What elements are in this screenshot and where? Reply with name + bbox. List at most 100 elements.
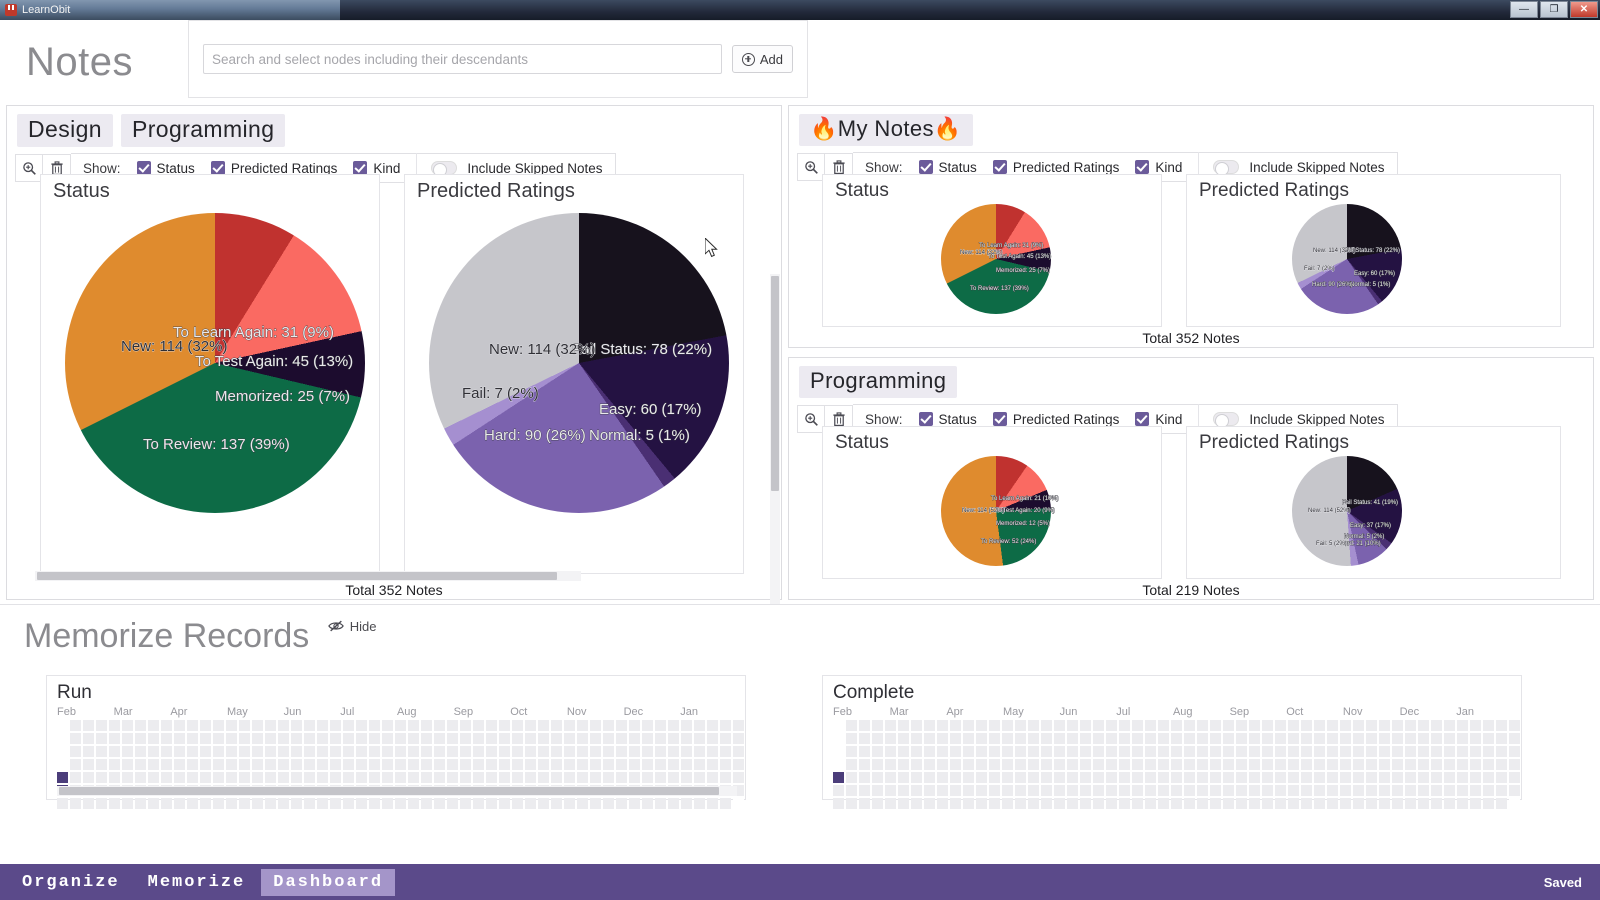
heatmap-cell[interactable]: [1444, 720, 1455, 731]
heatmap-cell[interactable]: [1184, 746, 1195, 757]
heatmap-cell[interactable]: [96, 746, 107, 757]
heatmap-cell[interactable]: [148, 759, 159, 770]
heatmap-cell[interactable]: [1301, 720, 1312, 731]
heatmap-cell[interactable]: [833, 720, 844, 731]
heatmap-cell[interactable]: [395, 798, 406, 809]
maximize-button[interactable]: ❐: [1540, 1, 1568, 18]
heatmap-cell[interactable]: [1236, 746, 1247, 757]
heatmap-cell[interactable]: [846, 733, 857, 744]
heatmap-cell[interactable]: [681, 746, 692, 757]
heatmap-cell[interactable]: [1340, 720, 1351, 731]
heatmap-cell[interactable]: [1327, 746, 1338, 757]
heatmap-cell[interactable]: [460, 798, 471, 809]
heatmap-cell[interactable]: [122, 759, 133, 770]
heatmap-cell[interactable]: [720, 733, 731, 744]
heatmap-cell[interactable]: [1041, 746, 1052, 757]
heatmap-cell[interactable]: [174, 772, 185, 783]
heatmap-cell[interactable]: [512, 772, 523, 783]
heatmap-cell[interactable]: [1392, 733, 1403, 744]
heatmap-cell[interactable]: [963, 746, 974, 757]
heatmap-cell[interactable]: [885, 772, 896, 783]
heatmap-cell[interactable]: [200, 720, 211, 731]
heatmap-cell[interactable]: [1288, 733, 1299, 744]
heatmap-cell[interactable]: [668, 720, 679, 731]
heatmap-cell[interactable]: [694, 772, 705, 783]
heatmap-cell[interactable]: [1314, 746, 1325, 757]
heatmap-cell[interactable]: [499, 759, 510, 770]
heatmap-cell[interactable]: [213, 720, 224, 731]
heatmap-cell[interactable]: [1470, 759, 1481, 770]
heatmap-cell[interactable]: [1340, 759, 1351, 770]
heatmap-cell[interactable]: [1470, 733, 1481, 744]
heatmap-cell[interactable]: [937, 746, 948, 757]
heatmap-cell[interactable]: [343, 798, 354, 809]
heatmap-cell[interactable]: [655, 759, 666, 770]
heatmap-cell[interactable]: [122, 733, 133, 744]
heatmap-cell[interactable]: [976, 772, 987, 783]
heatmap-cell[interactable]: [317, 798, 328, 809]
heatmap-cell[interactable]: [1223, 798, 1234, 809]
heatmap-cell[interactable]: [1236, 733, 1247, 744]
heatmap-cell[interactable]: [1041, 785, 1052, 796]
heatmap-cell[interactable]: [226, 759, 237, 770]
heatmap-cell[interactable]: [911, 746, 922, 757]
heatmap-cell[interactable]: [460, 720, 471, 731]
heatmap-cell[interactable]: [1444, 798, 1455, 809]
heatmap-cell[interactable]: [1483, 772, 1494, 783]
heatmap-cell[interactable]: [859, 772, 870, 783]
heatmap-cell[interactable]: [57, 720, 68, 731]
heatmap-cell[interactable]: [187, 772, 198, 783]
heatmap-cell[interactable]: [161, 720, 172, 731]
heatmap-cell[interactable]: [395, 720, 406, 731]
heatmap-cell[interactable]: [83, 720, 94, 731]
heatmap-cell[interactable]: [577, 720, 588, 731]
heatmap-cell[interactable]: [1340, 772, 1351, 783]
heatmap-cell[interactable]: [1093, 720, 1104, 731]
heatmap-cell[interactable]: [213, 772, 224, 783]
heatmap-cell[interactable]: [512, 746, 523, 757]
heatmap-cell[interactable]: [681, 759, 692, 770]
heatmap-cell[interactable]: [421, 798, 432, 809]
heatmap-cell[interactable]: [1444, 785, 1455, 796]
heatmap-cell[interactable]: [642, 798, 653, 809]
tab-programming[interactable]: Programming: [799, 366, 957, 398]
heatmap-cell[interactable]: [1314, 772, 1325, 783]
heatmap-cell[interactable]: [1210, 772, 1221, 783]
heatmap-cell[interactable]: [382, 746, 393, 757]
heatmap-cell[interactable]: [911, 785, 922, 796]
heatmap-cell[interactable]: [1392, 720, 1403, 731]
heatmap-cell[interactable]: [382, 759, 393, 770]
zoom-in-icon[interactable]: [797, 153, 825, 181]
heatmap-cell[interactable]: [135, 772, 146, 783]
nav-organize[interactable]: Organize: [10, 869, 132, 896]
heatmap-cell[interactable]: [460, 759, 471, 770]
heatmap-cell[interactable]: [1457, 759, 1468, 770]
heatmap-cell[interactable]: [911, 733, 922, 744]
heatmap-cell[interactable]: [1093, 798, 1104, 809]
heatmap-cell[interactable]: [1353, 746, 1364, 757]
heatmap-cell[interactable]: [1327, 759, 1338, 770]
heatmap-cell[interactable]: [564, 733, 575, 744]
heatmap-cell[interactable]: [1002, 733, 1013, 744]
heatmap-cell[interactable]: [989, 746, 1000, 757]
heatmap-cell[interactable]: [1496, 785, 1507, 796]
scrollbar-thumb[interactable]: [37, 572, 557, 580]
heatmap-cell[interactable]: [408, 733, 419, 744]
heatmap-cell[interactable]: [226, 772, 237, 783]
heatmap-cell[interactable]: [512, 759, 523, 770]
heatmap-cell[interactable]: [1509, 733, 1520, 744]
heatmap-cell[interactable]: [1457, 733, 1468, 744]
heatmap-cell[interactable]: [369, 798, 380, 809]
left-panel-horizontal-scrollbar[interactable]: [35, 571, 581, 581]
heatmap-cell[interactable]: [1080, 733, 1091, 744]
heatmap-cell[interactable]: [694, 746, 705, 757]
heatmap-cell[interactable]: [291, 746, 302, 757]
heatmap-cell[interactable]: [213, 733, 224, 744]
heatmap-cell[interactable]: [976, 798, 987, 809]
heatmap-cell[interactable]: [1080, 746, 1091, 757]
heatmap-cell[interactable]: [590, 746, 601, 757]
heatmap-cell[interactable]: [70, 733, 81, 744]
heatmap-cell[interactable]: [733, 798, 744, 809]
heatmap-cell[interactable]: [655, 798, 666, 809]
heatmap-cell[interactable]: [1171, 733, 1182, 744]
